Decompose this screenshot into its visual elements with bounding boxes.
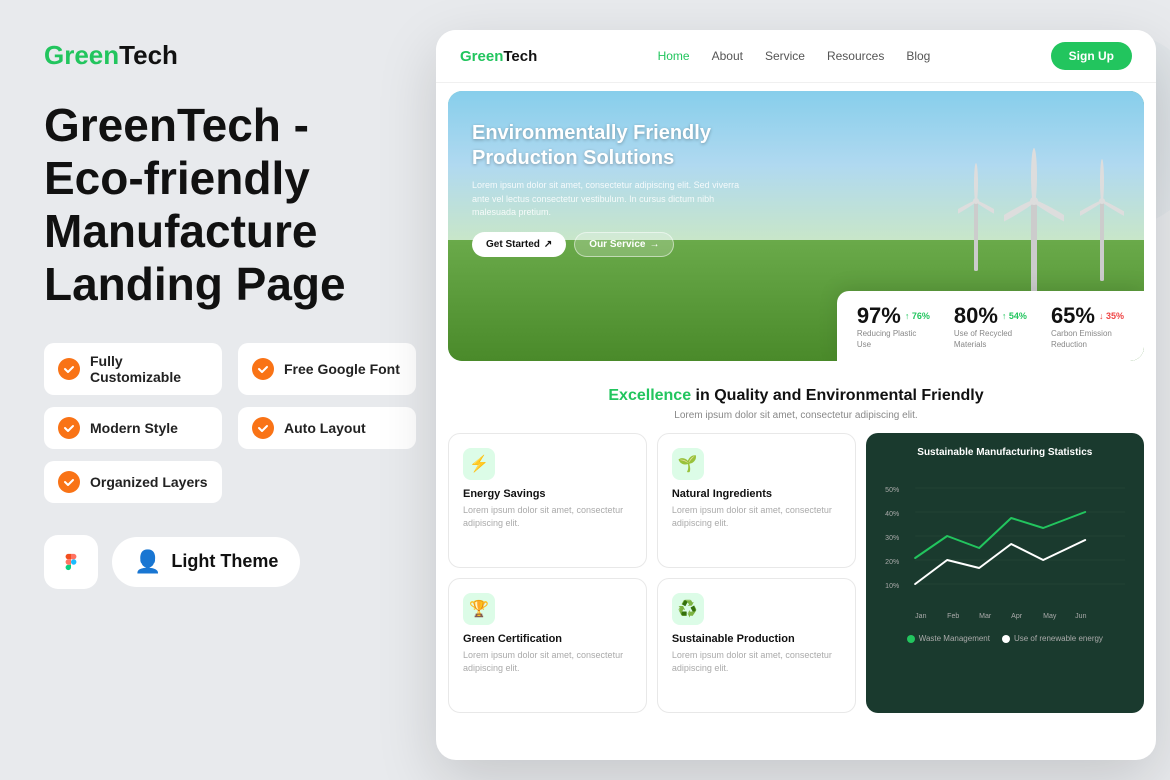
- nav-link-home[interactable]: Home: [658, 49, 690, 63]
- theme-icon: 👤: [134, 549, 161, 575]
- left-panel: Green Tech GreenTech - Eco-friendly Manu…: [0, 0, 460, 780]
- card-title-sustainable: Sustainable Production: [672, 633, 841, 645]
- quality-description: Lorem ipsum dolor sit amet, consectetur …: [460, 410, 1132, 421]
- turbine-2: [1080, 141, 1124, 281]
- hero-buttons: Get Started ↗ Our Service →: [472, 232, 752, 257]
- card-natural-ingredients: 🌱 Natural Ingredients Lorem ipsum dolor …: [657, 433, 856, 568]
- middle-cards-column: 🌱 Natural Ingredients Lorem ipsum dolor …: [657, 433, 856, 713]
- svg-text:Apr: Apr: [1011, 613, 1023, 620]
- turbine-3: [958, 151, 994, 271]
- card-green-certification: 🏆 Green Certification Lorem ipsum dolor …: [448, 578, 647, 713]
- nav-link-about[interactable]: About: [712, 49, 743, 63]
- nav-link-resources[interactable]: Resources: [827, 49, 884, 63]
- stat-recycled-materials: 80% ↑ 54% Use of Recycled Materials: [954, 303, 1027, 350]
- legend-dot-waste: [907, 635, 915, 643]
- stat-number-plastic: 97% ↑ 76%: [857, 303, 930, 329]
- quality-highlight: Excellence: [608, 387, 691, 404]
- bottom-bar: 👤 Light Theme: [44, 535, 416, 589]
- theme-label: Light Theme: [171, 551, 278, 572]
- chart-title: Sustainable Manufacturing Statistics: [880, 447, 1130, 458]
- nav-link-service[interactable]: Service: [765, 49, 805, 63]
- svg-text:40%: 40%: [885, 511, 899, 518]
- nav-brand: Green Tech: [460, 48, 537, 65]
- card-desc-ingredients: Lorem ipsum dolor sit amet, consectetur …: [672, 504, 841, 529]
- svg-text:Jan: Jan: [915, 613, 926, 620]
- feature-modern-style: Modern Style: [44, 407, 222, 449]
- legend-waste-management: Waste Management: [907, 634, 990, 643]
- hero-description: Lorem ipsum dolor sit amet, consectetur …: [472, 179, 752, 220]
- our-service-button[interactable]: Our Service →: [574, 232, 674, 257]
- quality-section: Excellence in Quality and Environmental …: [436, 369, 1156, 433]
- check-icon-customizable: [58, 358, 80, 380]
- chart-legend: Waste Management Use of renewable energy: [880, 634, 1130, 643]
- features-grid: Fully Customizable Free Google Font Mode…: [44, 343, 416, 503]
- card-title-energy: Energy Savings: [463, 488, 632, 500]
- svg-text:Feb: Feb: [947, 613, 959, 620]
- nav-links: Home About Service Resources Blog: [658, 49, 931, 63]
- brand-green: Green: [44, 40, 119, 71]
- feature-auto-layout: Auto Layout: [238, 407, 416, 449]
- nav-link-blog[interactable]: Blog: [906, 49, 930, 63]
- check-icon-layers: [58, 471, 80, 493]
- turbine-1: [1004, 121, 1064, 301]
- stat-reducing-plastic: 97% ↑ 76% Reducing Plastic Use: [857, 303, 930, 350]
- nav-brand-black: Tech: [503, 48, 537, 65]
- signup-button[interactable]: Sign Up: [1051, 42, 1132, 70]
- card-energy-savings: ⚡ Energy Savings Lorem ipsum dolor sit a…: [448, 433, 647, 568]
- card-title-ingredients: Natural Ingredients: [672, 488, 841, 500]
- browser-nav: Green Tech Home About Service Resources …: [436, 30, 1156, 83]
- energy-icon: ⚡: [463, 448, 495, 480]
- legend-renewable-energy: Use of renewable energy: [1002, 634, 1103, 643]
- stat-carbon-emission: 65% ↓ 35% Carbon Emission Reduction: [1051, 303, 1124, 350]
- hero-title: Environmentally Friendly Production Solu…: [472, 121, 752, 171]
- card-title-certification: Green Certification: [463, 633, 632, 645]
- browser-mockup: Green Tech Home About Service Resources …: [436, 30, 1156, 760]
- brand-black: Tech: [119, 40, 178, 71]
- feature-fully-customizable: Fully Customizable: [44, 343, 222, 395]
- feature-free-google-font: Free Google Font: [238, 343, 416, 395]
- certification-icon: 🏆: [463, 593, 495, 625]
- card-desc-certification: Lorem ipsum dolor sit amet, consectetur …: [463, 649, 632, 674]
- svg-text:Mar: Mar: [979, 613, 992, 620]
- svg-text:10%: 10%: [885, 583, 899, 590]
- card-desc-sustainable: Lorem ipsum dolor sit amet, consectetur …: [672, 649, 841, 674]
- chart-svg: 50% 40% 30% 20% 10% Jan Feb Mar Apr May …: [880, 468, 1130, 628]
- main-title: GreenTech - Eco-friendly Manufacture Lan…: [44, 99, 416, 311]
- hero-section: Environmentally Friendly Production Solu…: [448, 91, 1144, 361]
- ingredients-icon: 🌱: [672, 448, 704, 480]
- chart-area: 50% 40% 30% 20% 10% Jan Feb Mar Apr May …: [880, 468, 1130, 628]
- cards-section: ⚡ Energy Savings Lorem ipsum dolor sit a…: [436, 433, 1156, 713]
- quality-title: Excellence in Quality and Environmental …: [460, 387, 1132, 405]
- svg-text:30%: 30%: [885, 535, 899, 542]
- check-icon-font: [252, 358, 274, 380]
- stat-number-recycled: 80% ↑ 54%: [954, 303, 1027, 329]
- theme-badge: 👤 Light Theme: [112, 537, 300, 587]
- svg-text:20%: 20%: [885, 559, 899, 566]
- card-sustainable-production: ♻️ Sustainable Production Lorem ipsum do…: [657, 578, 856, 713]
- svg-text:Jun: Jun: [1075, 613, 1086, 620]
- nav-brand-green: Green: [460, 48, 503, 65]
- hero-content: Environmentally Friendly Production Solu…: [472, 121, 752, 257]
- brand-logo: Green Tech: [44, 40, 416, 71]
- get-started-button[interactable]: Get Started ↗: [472, 232, 566, 257]
- sustainable-icon: ♻️: [672, 593, 704, 625]
- check-icon-modern: [58, 417, 80, 439]
- stats-bar: 97% ↑ 76% Reducing Plastic Use 80% ↑ 54%…: [837, 291, 1144, 361]
- chart-card: Sustainable Manufacturing Statistics 50%…: [866, 433, 1144, 713]
- stat-number-carbon: 65% ↓ 35%: [1051, 303, 1124, 329]
- svg-text:May: May: [1043, 613, 1057, 620]
- legend-dot-renewable: [1002, 635, 1010, 643]
- check-icon-layout: [252, 417, 274, 439]
- card-desc-energy: Lorem ipsum dolor sit amet, consectetur …: [463, 504, 632, 529]
- svg-text:50%: 50%: [885, 487, 899, 494]
- left-cards-column: ⚡ Energy Savings Lorem ipsum dolor sit a…: [448, 433, 647, 713]
- feature-organized-layers: Organized Layers: [44, 461, 222, 503]
- figma-icon: [44, 535, 98, 589]
